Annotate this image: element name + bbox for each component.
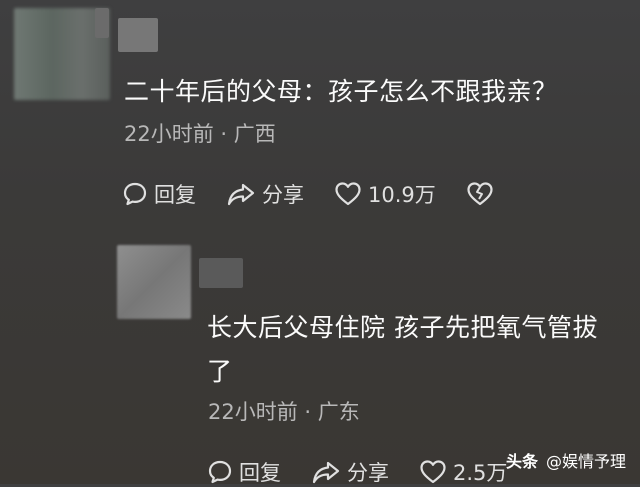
replier-name-blurred[interactable] [199,258,243,288]
broken-heart-icon [467,182,493,206]
reply-meta: 22小时前 · 广东 [208,400,360,424]
like-button[interactable]: 10.9万 [334,179,436,209]
reply-button[interactable]: 回复 [122,179,196,209]
reply-reply-button[interactable]: 回复 [207,457,281,487]
replier-avatar[interactable] [117,245,191,319]
reply-like-button[interactable]: 2.5万 [419,457,507,487]
comment-icon [208,460,232,484]
share-label: 分享 [262,183,304,207]
share-icon [312,461,340,484]
reply-like-count: 2.5万 [453,461,508,485]
share-icon [227,183,255,206]
reply-reply-label: 回复 [239,461,281,485]
comment-meta: 22小时前 · 广西 [124,122,276,146]
reply-actions: 回复 分享 2.5万 [207,457,537,487]
commenter-avatar-edge [95,8,109,38]
reply-share-label: 分享 [347,461,389,485]
heart-icon [335,182,361,206]
reply-text-line1: 长大后父母住院 孩子先把氧气管拔 [207,313,598,342]
dislike-button[interactable] [466,181,500,207]
share-button[interactable]: 分享 [226,179,304,209]
reply-share-button[interactable]: 分享 [311,457,389,487]
reply-label: 回复 [154,183,196,207]
reply-text-line2: 了 [207,357,233,386]
watermark-brand: 头条 [505,452,538,471]
comment-text: 二十年后的父母：孩子怎么不跟我亲？ [124,77,558,106]
comment-icon [123,182,147,206]
watermark-handle: @娱情予理 [545,452,626,471]
commenter-name-blurred[interactable] [118,18,158,52]
heart-icon [420,460,446,484]
like-count: 10.9万 [368,183,436,207]
watermark: 头条 @娱情予理 [506,448,626,472]
comment-actions: 回复 分享 10.9万 [122,179,530,209]
